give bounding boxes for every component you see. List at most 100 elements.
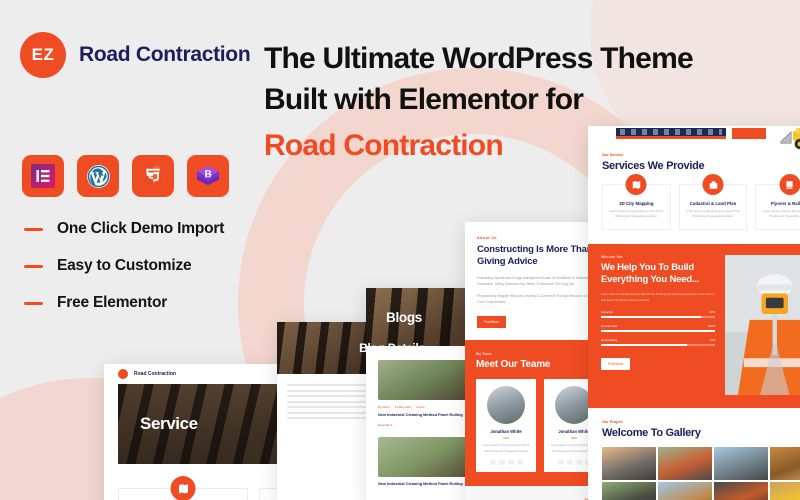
dash-icon	[24, 301, 43, 305]
service-card-title: Cadastral & Land Plan	[689, 201, 737, 206]
surveyor-photo	[725, 254, 800, 395]
about-paragraph-1: Podcasting Operational Change Management…	[477, 275, 592, 287]
headline-line-1: The Ultimate WordPress Theme	[264, 42, 694, 75]
skill-track	[601, 344, 716, 347]
hero-banner-strip	[616, 128, 726, 139]
service-hero-title: Service	[140, 414, 198, 433]
feature-item: One Click Demo Import	[24, 220, 224, 238]
services-kicker: Our Service	[602, 153, 624, 157]
gallery-image[interactable]	[658, 446, 712, 480]
logo-badge-icon: EZ	[20, 32, 66, 78]
skill-fill	[601, 330, 716, 333]
instagram-icon[interactable]	[575, 459, 582, 466]
team-member-text: Lorem Ipsum Is Simply Dummy Text Of The …	[482, 444, 530, 453]
skill-bar: Remodelling 75%	[601, 338, 716, 347]
blog-author: By Admin	[378, 405, 390, 409]
gallery-heading: Welcome To Gallery	[602, 426, 701, 439]
facebook-icon[interactable]	[489, 459, 496, 466]
team-card[interactable]: Jonathan White CEO Lorem Ipsum Is Simply…	[476, 379, 536, 473]
mockup-home-page[interactable]: Our Service Services We Provide 3D City …	[588, 126, 800, 500]
dash-icon	[24, 264, 43, 268]
service-card-text: Lorem Ipsum Is Simply Dummy Text Of The …	[609, 209, 664, 219]
land-plan-icon	[702, 174, 724, 195]
service-card-text: Lorem Ipsum Is Simply Dummy Text Of The …	[686, 209, 740, 219]
skill-value: 87%	[709, 310, 716, 315]
skill-fill	[601, 316, 701, 319]
team-member-name: Jonathan White	[490, 429, 522, 435]
blog-tag: Trends	[416, 405, 425, 409]
team-member-role: CEO	[502, 436, 510, 441]
tech-icon-row	[22, 155, 229, 197]
avatar	[487, 386, 525, 425]
map-icon	[170, 476, 196, 500]
elementor-icon[interactable]	[22, 155, 64, 197]
skill-label: Remodelling	[601, 338, 618, 343]
feature-list: One Click Demo Import Easy to Customize …	[24, 220, 224, 331]
cta-text: Lorem Ipsum Is Simply Dummy Text Of The …	[601, 292, 715, 302]
brand-name: Road Contraction	[134, 371, 176, 377]
gallery-image[interactable]	[770, 446, 800, 480]
skill-label: Construction	[601, 324, 618, 329]
skill-track	[601, 330, 716, 333]
blog-date: 21 May 2021	[394, 405, 411, 409]
feature-label: Easy to Customize	[57, 257, 192, 274]
cta-content: Who Are You We Help You To Build Everyth…	[601, 254, 716, 395]
about-heading: Constructing Is More Than Giving Advice	[477, 244, 593, 268]
social-links[interactable]	[481, 459, 531, 466]
gallery-image[interactable]	[770, 481, 800, 500]
cta-kicker: Who Are You	[601, 254, 623, 259]
bootstrap-icon[interactable]	[187, 155, 229, 197]
skill-value: 100%	[708, 324, 716, 329]
service-card-title: 3D City Mapping	[619, 201, 654, 206]
team-kicker: My Team	[476, 352, 492, 357]
about-kicker: About Us	[477, 236, 498, 240]
service-card[interactable]: Flyover & Railway Lorem Ipsum Is Simply …	[755, 174, 800, 230]
team-card-row: Jonathan White CEO Lorem Ipsum Is Simply…	[476, 379, 604, 473]
brand-name: Road Contraction	[79, 43, 251, 66]
main-topbar	[588, 126, 800, 150]
gallery-image[interactable]	[602, 481, 656, 500]
cta-find-more-button[interactable]: Find More	[601, 358, 631, 371]
service-card[interactable]: Cadastral & Land Plan Lorem Ipsum Is Sim…	[678, 174, 748, 230]
bulldozer-icon	[780, 127, 800, 150]
service-card[interactable]: 3D City Mapping Lorem Ipsum Is Simply Du…	[118, 476, 248, 500]
linkedin-icon[interactable]	[516, 459, 523, 466]
gallery-kicker: Our Project	[602, 419, 623, 424]
gallery-section: Our Project Welcome To Gallery	[588, 407, 800, 500]
cta-heading: We Help You To Build Everything You Need…	[601, 261, 700, 286]
service-card[interactable]: 3D City Mapping Lorem Ipsum Is Simply Du…	[602, 174, 671, 230]
about-paragraph-2: Progressively Reignite Resource Leveling…	[477, 293, 596, 304]
skill-value: 75%	[709, 338, 716, 343]
brand-logo: EZ Road Contraction	[20, 32, 251, 78]
services-heading: Services We Provide	[602, 160, 705, 172]
feature-label: Free Elementor	[57, 294, 168, 311]
gallery-image[interactable]	[714, 481, 768, 500]
map-icon	[625, 174, 647, 195]
services-section: Our Service Services We Provide 3D City …	[588, 142, 800, 244]
cta-section: Who Are You We Help You To Build Everyth…	[588, 243, 800, 408]
find-more-button[interactable]: Find More	[477, 316, 507, 329]
promo-banner: EZ Road Contraction The Ultimate WordPre…	[0, 0, 800, 500]
gallery-image[interactable]	[602, 446, 656, 480]
twitter-icon[interactable]	[498, 459, 505, 466]
team-heading: Meet Our Teame	[476, 359, 551, 371]
facebook-icon[interactable]	[557, 459, 564, 466]
service-card-text: Lorem Ipsum Is Simply Dummy Text Of The …	[762, 209, 800, 219]
skill-bar: Construction 100%	[601, 324, 716, 333]
wordpress-icon[interactable]	[77, 155, 119, 197]
gallery-image[interactable]	[714, 446, 768, 480]
html5-icon[interactable]	[132, 155, 174, 197]
instagram-icon[interactable]	[507, 459, 514, 466]
skill-track	[601, 316, 716, 319]
feature-item: Easy to Customize	[24, 257, 224, 275]
feature-label: One Click Demo Import	[57, 220, 225, 237]
railway-icon	[779, 174, 800, 195]
hero-cta-button[interactable]	[732, 128, 766, 139]
skill-bar: Industrial 87%	[601, 310, 716, 319]
twitter-icon[interactable]	[566, 459, 573, 466]
services-card-row: 3D City Mapping Lorem Ipsum Is Simply Du…	[602, 174, 800, 230]
cta-image-wrap	[725, 254, 800, 395]
gallery-image[interactable]	[658, 481, 712, 500]
service-card-title: Flyover & Railway	[770, 201, 800, 206]
dash-icon	[24, 227, 43, 231]
